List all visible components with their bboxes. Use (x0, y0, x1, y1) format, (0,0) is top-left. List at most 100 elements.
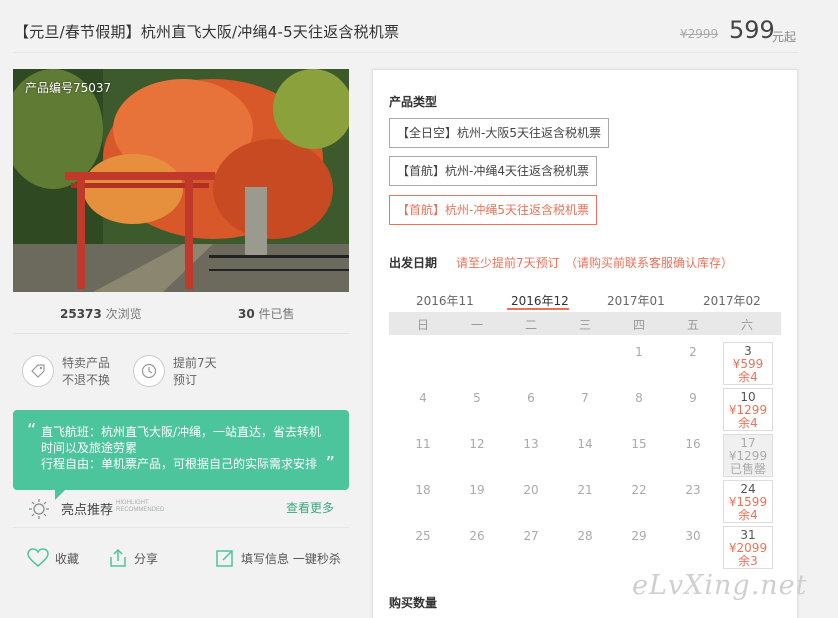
share-label: 分享 (134, 551, 159, 566)
share-button[interactable]: 分享 (108, 548, 158, 568)
current-price: 599 (729, 16, 775, 44)
product-photo[interactable]: 产品编号75037 (13, 69, 349, 292)
calendar-day: 6 (527, 391, 535, 405)
calendar-day: 13 (523, 437, 539, 451)
heart-icon (27, 548, 49, 567)
calendar-day: 25 (415, 529, 431, 543)
product-type-label: 产品类型 (389, 95, 438, 109)
calendar-day: 4 (419, 391, 427, 405)
month-tab[interactable]: 2016年11 (416, 292, 474, 309)
edit-icon (216, 550, 233, 567)
tag-icon (22, 355, 54, 387)
calendar-day: 8 (635, 391, 643, 405)
feature-advance-booking: 提前7天 预订 (133, 353, 243, 391)
month-tab[interactable]: 2017年02 (703, 292, 761, 309)
calendar-day: 22 (631, 483, 647, 497)
calendar-day: 18 (415, 483, 431, 497)
favorite-button[interactable]: 收藏 (27, 548, 79, 568)
favorite-label: 收藏 (55, 551, 80, 566)
page-title: 【元旦/春节假期】杭州直飞大阪/冲绳4-5天往返含税机票 (14, 23, 400, 41)
calendar-day: 7 (581, 391, 589, 405)
highlight-en-line2: RECOMMENDED (116, 507, 165, 513)
calendar-cell-available[interactable]: 3 ¥599 余4 (723, 342, 773, 385)
date-note-stock: （请购买前联系客服确认库存） (565, 256, 734, 270)
cell-remaining: 余3 (738, 554, 758, 568)
calendar-day: 1 (635, 345, 643, 359)
views-stat: 25373 次浏览 (60, 305, 142, 322)
clock-icon (133, 355, 165, 387)
open-quote-icon: “ (27, 420, 37, 441)
calendar-day: 21 (577, 483, 593, 497)
calendar-day: 12 (469, 437, 485, 451)
calendar-day: 2 (689, 345, 697, 359)
month-tab[interactable]: 2017年01 (607, 292, 665, 309)
views-unit: 次浏览 (105, 307, 142, 321)
cell-remaining: 已售罄 (729, 462, 766, 476)
calendar-day: 23 (685, 483, 701, 497)
weekday: 四 (632, 318, 645, 332)
feature-line1: 特卖产品 (62, 356, 111, 370)
month-active-underline (507, 308, 569, 310)
highlight-en-line1: HIGHLIGHT (116, 500, 149, 506)
highlight-label: 亮点推荐 (61, 503, 114, 518)
share-icon (110, 548, 126, 567)
product-code: 产品编号75037 (25, 81, 112, 95)
calendar-day: 16 (685, 437, 701, 451)
original-price: ¥2999 (680, 27, 719, 41)
sold-unit: 件已售 (258, 307, 295, 321)
date-note: 请至少提前7天预订 (456, 256, 560, 270)
calendar-day: 28 (577, 529, 593, 543)
calendar-cell-available[interactable]: 10 ¥1299 余4 (723, 388, 773, 431)
feature-line1: 提前7天 (173, 356, 217, 370)
booking-panel: 产品类型 【全日空】杭州-大阪5天往返含税机票 【首航】杭州-冲绳4天往返含税机… (372, 69, 798, 618)
product-type-option[interactable]: 【全日空】杭州-大阪5天往返含税机票 (389, 118, 609, 148)
weekday: 一 (470, 318, 483, 332)
quantity-label: 购买数量 (389, 596, 438, 610)
close-quote-icon: ” (325, 453, 335, 474)
fill-info-button[interactable]: 填写信息 一键秒杀 (215, 548, 341, 568)
highlight-divider (13, 527, 349, 528)
calendar-cell-soldout: 17 ¥1299 已售罄 (723, 434, 773, 477)
see-more-link[interactable]: 查看更多 (286, 499, 334, 516)
month-tabs: 2016年11 2016年12 2017年01 2017年02 (389, 288, 781, 312)
sold-stat: 30 件已售 (238, 305, 295, 322)
calendar-day: 19 (469, 483, 485, 497)
highlight-line: 行程自由：单机票产品，可根据自己的实际需求安排 (41, 457, 318, 471)
product-stats: 25373 次浏览 30 件已售 (13, 305, 349, 325)
highlight-box: “ 直飞航班：杭州直飞大阪/冲绳，一站直达，省去转机 时间以及旅途劳累 行程自由… (13, 410, 349, 490)
weekday-header: 日 一 二 三 四 五 六 (389, 312, 781, 335)
weekday: 二 (524, 318, 537, 332)
feature-special-sale: 特卖产品 不退不换 (22, 353, 132, 391)
calendar-cell-available[interactable]: 24 ¥1599 余4 (723, 480, 773, 523)
highlight-english: HIGHLIGHT RECOMMENDED (116, 500, 164, 514)
product-type-option[interactable]: 【首航】杭州-冲绳4天往返含税机票 (389, 156, 597, 186)
calendar-cell-available[interactable]: 31 ¥2099 余3 (723, 526, 773, 569)
watermark: eLvXing.net (632, 570, 808, 601)
feature-line2: 不退不换 (62, 373, 111, 387)
sun-icon (29, 499, 49, 519)
action-bar: 收藏 分享 填写信息 一键秒杀 (13, 548, 349, 574)
cell-remaining: 余4 (738, 416, 758, 430)
weekday: 三 (578, 318, 591, 332)
month-tab-active[interactable]: 2016年12 (511, 292, 569, 309)
weekday: 六 (740, 318, 753, 332)
weekday: 五 (686, 318, 699, 332)
calendar-day: 15 (631, 437, 647, 451)
calendar-day: 29 (631, 529, 647, 543)
feature-line2: 预订 (173, 373, 198, 387)
weekday: 日 (416, 318, 429, 332)
calendar-day: 30 (685, 529, 701, 543)
calendar-day: 9 (689, 391, 697, 405)
cell-remaining: 余4 (738, 508, 758, 522)
calendar-day: 20 (523, 483, 539, 497)
header-divider (14, 52, 798, 53)
views-count: 25373 (60, 307, 102, 321)
cell-remaining: 余4 (738, 370, 758, 384)
departure-date-label: 出发日期 (389, 256, 438, 270)
sold-count: 30 (238, 307, 255, 321)
highlight-line: 直飞航班：杭州直飞大阪/冲绳，一站直达，省去转机 (41, 425, 322, 439)
stats-divider (13, 333, 349, 334)
product-type-option-selected[interactable]: 【首航】杭州-冲绳5天往返含税机票 (389, 195, 597, 225)
highlight-recommend: 亮点推荐 HIGHLIGHT RECOMMENDED 查看更多 (28, 498, 348, 520)
calendar-day: 26 (469, 529, 485, 543)
